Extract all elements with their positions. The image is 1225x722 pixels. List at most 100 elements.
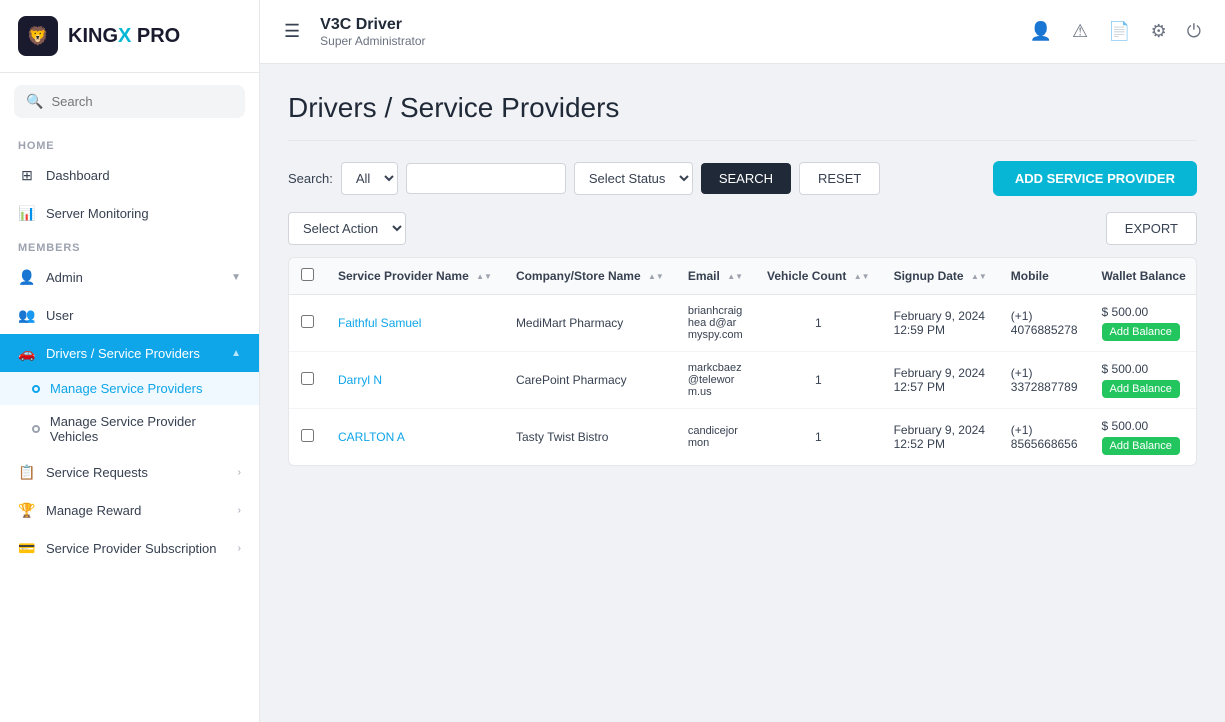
row-checkbox[interactable]: [301, 372, 314, 385]
chevron-right-icon: ›: [238, 505, 241, 516]
select-action-dropdown[interactable]: Select Action: [288, 212, 406, 245]
cell-signup-date: February 9, 2024 12:52 PM: [882, 409, 999, 466]
hamburger-icon[interactable]: ☰: [284, 21, 300, 42]
sidebar-item-dashboard[interactable]: ⊞ Dashboard: [0, 156, 259, 194]
admin-icon: 👤: [18, 268, 36, 286]
search-input[interactable]: [51, 94, 233, 109]
sidebar-subitem-manage-service-providers[interactable]: Manage Service Providers: [0, 372, 259, 405]
sidebar-item-manage-reward[interactable]: 🏆 Manage Reward ›: [0, 491, 259, 529]
cell-vehicle-count: 1: [755, 295, 882, 352]
sidebar-subitem-label: Manage Service Providers: [50, 381, 202, 396]
sidebar-item-admin[interactable]: 👤 Admin ▼: [0, 258, 259, 296]
status-select[interactable]: Select Status: [574, 162, 693, 195]
brand-logo: 🦁 KINGX PRO: [0, 0, 259, 73]
topbar-icons: 👤 ⚠ 📄 ⚙ ⏻: [1030, 21, 1201, 42]
sidebar-subitem-manage-vehicles[interactable]: Manage Service Provider Vehicles: [0, 405, 259, 453]
drivers-icon: 🚗: [18, 344, 36, 362]
sort-icon[interactable]: ▲▼: [727, 273, 743, 281]
select-all-checkbox[interactable]: [301, 268, 314, 281]
chevron-right-icon: ›: [238, 467, 241, 478]
service-requests-icon: 📋: [18, 463, 36, 481]
th-name: Service Provider Name ▲▼: [326, 258, 504, 295]
sort-icon[interactable]: ▲▼: [648, 273, 664, 281]
search-input[interactable]: [406, 163, 566, 194]
provider-name-link[interactable]: Darryl N: [338, 373, 382, 387]
user-icon: 👥: [18, 306, 36, 324]
cell-email: markcbaez@teleworm.us: [676, 352, 755, 409]
search-all-select[interactable]: All: [341, 162, 398, 195]
topbar: ☰ V3C Driver Super Administrator 👤 ⚠ 📄 ⚙…: [260, 0, 1225, 64]
dot-icon: [32, 425, 40, 433]
page-content: Drivers / Service Providers Search: All …: [260, 64, 1225, 722]
row-checkbox[interactable]: [301, 315, 314, 328]
subscription-icon: 💳: [18, 539, 36, 557]
add-balance-button[interactable]: Add Balance: [1102, 437, 1180, 455]
action-bar: Select Action EXPORT: [288, 212, 1197, 245]
chevron-down-icon: ▼: [231, 272, 241, 283]
th-company: Company/Store Name ▲▼: [504, 258, 676, 295]
cell-wallet: $ 500.00 Add Balance: [1090, 352, 1197, 409]
filter-bar: Search: All Select Status SEARCH RESET A…: [288, 161, 1197, 196]
sidebar-item-label: Manage Reward: [46, 503, 141, 518]
sidebar-item-label: Service Requests: [46, 465, 148, 480]
sidebar-item-label: Admin: [46, 270, 83, 285]
topbar-subtitle: Super Administrator: [320, 34, 425, 48]
reward-icon: 🏆: [18, 501, 36, 519]
sort-icon[interactable]: ▲▼: [854, 273, 870, 281]
user-profile-icon[interactable]: 👤: [1030, 21, 1052, 42]
alert-icon[interactable]: ⚠: [1072, 21, 1088, 42]
cell-name: Faithful Samuel: [326, 295, 504, 352]
logo-text: KINGX PRO: [68, 25, 180, 48]
sidebar-item-drivers[interactable]: 🚗 Drivers / Service Providers ▲: [0, 334, 259, 372]
power-icon[interactable]: ⏻: [1187, 21, 1201, 42]
sidebar-item-label: Server Monitoring: [46, 206, 149, 221]
settings-icon[interactable]: ⚙: [1151, 21, 1167, 42]
cell-email: brianhcraighea d@armyspy.com: [676, 295, 755, 352]
cell-email: candicejormon: [676, 409, 755, 466]
sidebar-item-user[interactable]: 👥 User: [0, 296, 259, 334]
search-icon: 🔍: [26, 93, 43, 110]
sort-icon[interactable]: ▲▼: [476, 273, 492, 281]
table-row: Faithful Samuel MediMart Pharmacy brianh…: [289, 295, 1197, 352]
th-vehicle-count: Vehicle Count ▲▼: [755, 258, 882, 295]
provider-name-link[interactable]: CARLTON A: [338, 430, 405, 444]
logo-icon: 🦁: [18, 16, 58, 56]
chevron-up-icon: ▲: [231, 348, 241, 359]
section-home: HOME: [0, 130, 259, 156]
th-signup-date: Signup Date ▲▼: [882, 258, 999, 295]
cell-mobile: (+1) 8565668656: [999, 409, 1090, 466]
sidebar-search[interactable]: 🔍: [14, 85, 245, 118]
add-service-provider-button[interactable]: ADD SERVICE PROVIDER: [993, 161, 1197, 196]
add-balance-button[interactable]: Add Balance: [1102, 380, 1180, 398]
table-row: CARLTON A Tasty Twist Bistro candicejorm…: [289, 409, 1197, 466]
search-button[interactable]: SEARCH: [701, 163, 791, 194]
topbar-title: V3C Driver: [320, 16, 425, 34]
section-members: MEMBERS: [0, 232, 259, 258]
sidebar-item-subscription[interactable]: 💳 Service Provider Subscription ›: [0, 529, 259, 567]
reset-button[interactable]: RESET: [799, 162, 880, 195]
row-checkbox-cell: [289, 409, 326, 466]
service-providers-table: Service Provider Name ▲▼ Company/Store N…: [288, 257, 1197, 466]
sidebar-item-label: Service Provider Subscription: [46, 541, 217, 556]
sidebar-item-service-requests[interactable]: 📋 Service Requests ›: [0, 453, 259, 491]
sort-icon[interactable]: ▲▼: [971, 273, 987, 281]
add-balance-button[interactable]: Add Balance: [1102, 323, 1180, 341]
export-button[interactable]: EXPORT: [1106, 212, 1197, 245]
cell-signup-date: February 9, 2024 12:59 PM: [882, 295, 999, 352]
select-all-col: [289, 258, 326, 295]
row-checkbox[interactable]: [301, 429, 314, 442]
th-email: Email ▲▼: [676, 258, 755, 295]
provider-name-link[interactable]: Faithful Samuel: [338, 316, 421, 330]
th-mobile: Mobile: [999, 258, 1090, 295]
sidebar-item-server-monitoring[interactable]: 📊 Server Monitoring: [0, 194, 259, 232]
cell-mobile: (+1) 3372887789: [999, 352, 1090, 409]
sidebar-item-label: Dashboard: [46, 168, 110, 183]
sidebar-item-label: User: [46, 308, 73, 323]
th-wallet: Wallet Balance: [1090, 258, 1197, 295]
sidebar-subitem-label: Manage Service Provider Vehicles: [50, 414, 241, 444]
cell-signup-date: February 9, 2024 12:57 PM: [882, 352, 999, 409]
cell-wallet: $ 500.00 Add Balance: [1090, 295, 1197, 352]
document-icon[interactable]: 📄: [1108, 21, 1130, 42]
row-checkbox-cell: [289, 352, 326, 409]
chevron-right-icon: ›: [238, 543, 241, 554]
